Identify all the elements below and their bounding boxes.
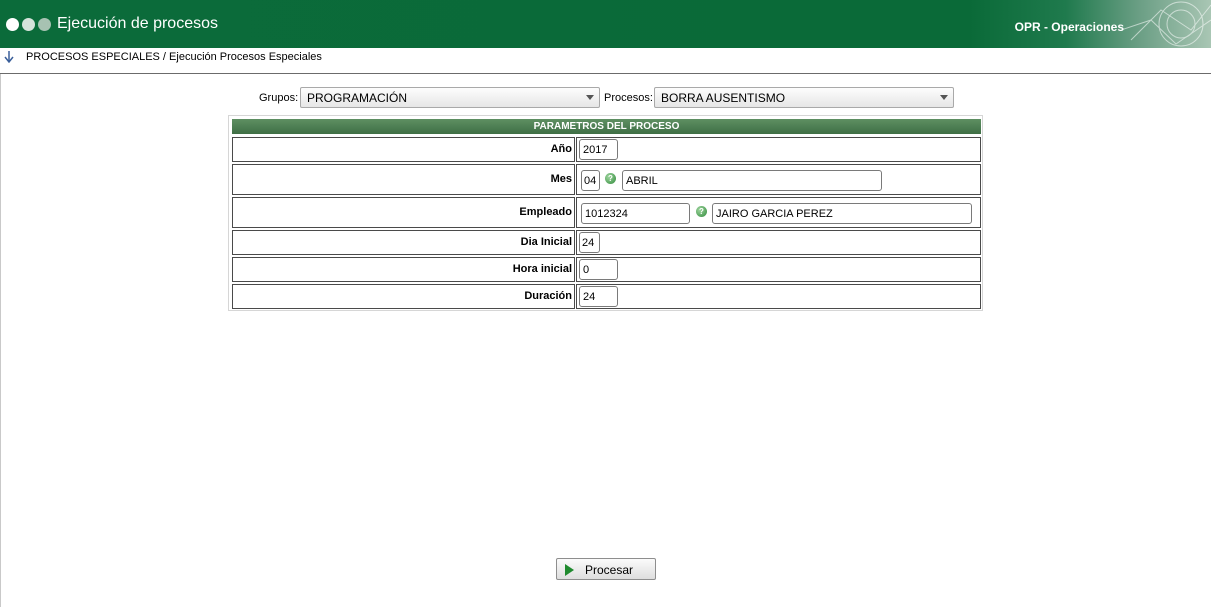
row-label-employee: Empleado xyxy=(232,197,575,228)
page-title: Ejecución de procesos xyxy=(57,15,218,32)
down-arrow-icon[interactable] xyxy=(4,51,14,63)
help-icon[interactable]: ? xyxy=(696,206,707,217)
chevron-down-icon xyxy=(940,95,948,100)
breadcrumb: PROCESOS ESPECIALES / Ejecución Procesos… xyxy=(0,48,1211,74)
dot-icon xyxy=(6,18,19,31)
row-label-duration: Duración xyxy=(232,284,575,309)
month-input[interactable] xyxy=(581,170,600,191)
row-value-duration xyxy=(576,284,981,309)
page: Ejecución de procesos OPR - Operaciones … xyxy=(0,0,1211,607)
params-title: PARAMETROS DEL PROCESO xyxy=(232,119,981,134)
dot-icon xyxy=(38,18,51,31)
row-value-month: ? xyxy=(576,164,981,195)
row-label-start-hour: Hora inicial xyxy=(232,257,575,282)
row-label-month: Mes xyxy=(232,164,575,195)
duration-input[interactable] xyxy=(579,286,618,307)
row-value-employee: ? xyxy=(576,197,981,228)
year-input[interactable] xyxy=(579,139,618,160)
process-button[interactable]: Procesar xyxy=(556,558,656,580)
params-table: PARAMETROS DEL PROCESO Año Mes ? Emplead… xyxy=(228,115,983,311)
dot-icon xyxy=(22,18,35,31)
process-select-value: BORRA AUSENTISMO xyxy=(661,91,786,105)
start-day-input[interactable] xyxy=(579,232,600,253)
divider xyxy=(0,74,1,607)
process-select[interactable]: BORRA AUSENTISMO xyxy=(654,87,954,108)
play-icon xyxy=(565,564,574,576)
row-value-start-day xyxy=(576,230,981,255)
row-value-year xyxy=(576,137,981,162)
decorative-banner-icon xyxy=(1121,1,1211,47)
module-name: OPR - Operaciones xyxy=(1014,20,1124,34)
breadcrumb-text: PROCESOS ESPECIALES / Ejecución Procesos… xyxy=(26,51,322,63)
row-label-year: Año xyxy=(232,137,575,162)
row-label-start-day: Dia Inicial xyxy=(232,230,575,255)
groups-select-value: PROGRAMACIÓN xyxy=(307,91,408,105)
chevron-down-icon xyxy=(586,95,594,100)
groups-label: Grupos: xyxy=(259,92,299,104)
process-label: Procesos: xyxy=(604,92,653,104)
month-desc-field[interactable] xyxy=(622,170,882,191)
process-button-label: Procesar xyxy=(585,563,634,577)
start-hour-input[interactable] xyxy=(579,259,618,280)
app-header: Ejecución de procesos OPR - Operaciones xyxy=(0,0,1211,48)
window-dots xyxy=(6,18,51,31)
groups-select[interactable]: PROGRAMACIÓN xyxy=(300,87,600,108)
employee-name-field[interactable] xyxy=(712,203,972,224)
row-value-start-hour xyxy=(576,257,981,282)
employee-input[interactable] xyxy=(581,203,690,224)
help-icon[interactable]: ? xyxy=(605,173,616,184)
